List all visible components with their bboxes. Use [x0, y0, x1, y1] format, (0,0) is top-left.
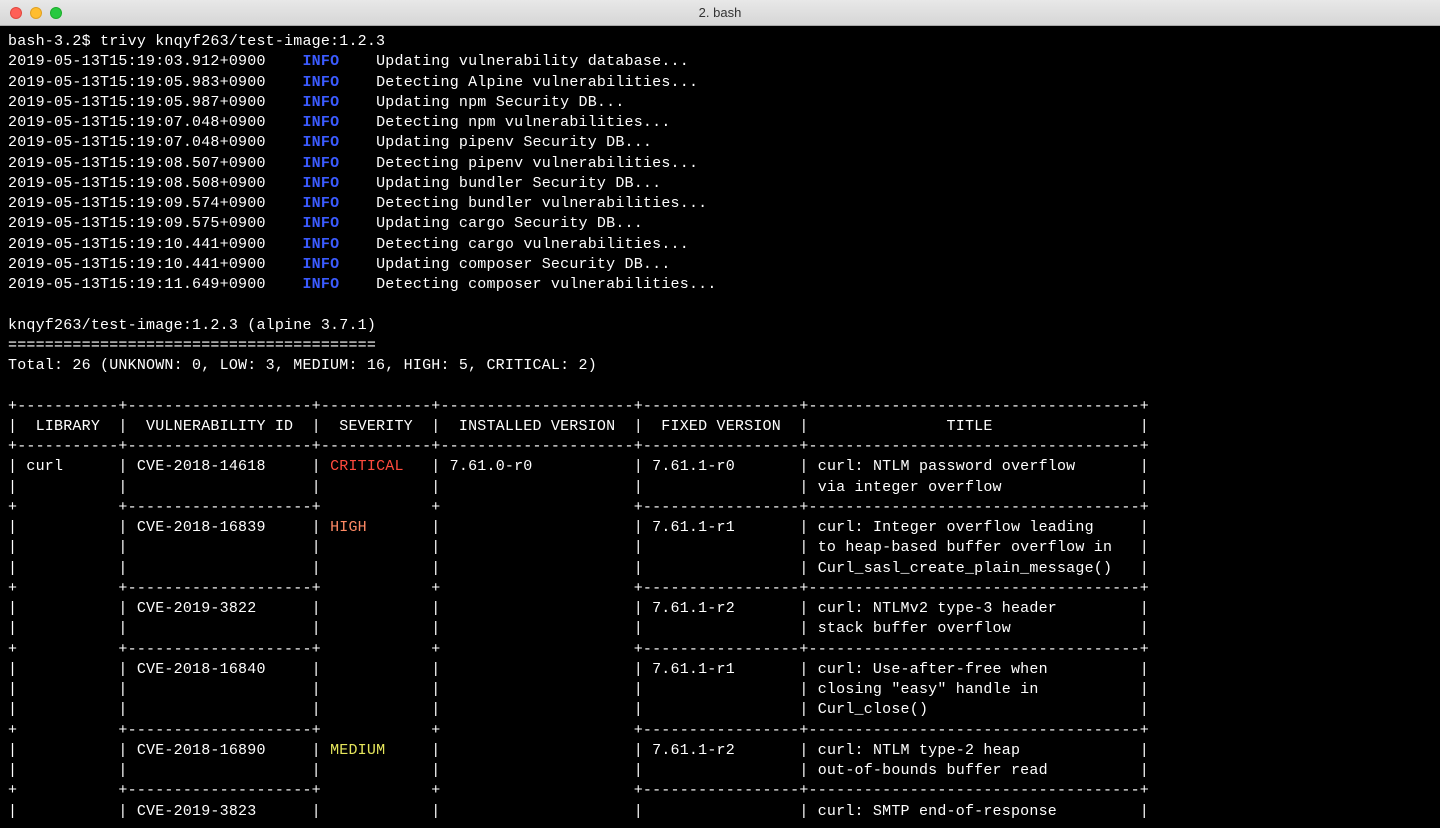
log-level: INFO — [302, 134, 339, 151]
log-message: Detecting composer vulnerabilities... — [376, 276, 716, 293]
log-timestamp: 2019-05-13T15:19:10.441+0900 — [8, 256, 266, 273]
log-timestamp: 2019-05-13T15:19:10.441+0900 — [8, 236, 266, 253]
log-message: Detecting pipenv vulnerabilities... — [376, 155, 698, 172]
log-level: INFO — [302, 53, 339, 70]
log-timestamp: 2019-05-13T15:19:05.987+0900 — [8, 94, 266, 111]
log-timestamp: 2019-05-13T15:19:08.508+0900 — [8, 175, 266, 192]
log-level: INFO — [302, 175, 339, 192]
terminal-output[interactable]: bash-3.2$ trivy knqyf263/test-image:1.2.… — [0, 26, 1440, 828]
log-level: INFO — [302, 256, 339, 273]
log-level: INFO — [302, 195, 339, 212]
log-level: INFO — [302, 74, 339, 91]
log-message: Updating cargo Security DB... — [376, 215, 643, 232]
window-title: 2. bash — [0, 5, 1440, 20]
log-message: Detecting npm vulnerabilities... — [376, 114, 670, 131]
log-message: Detecting bundler vulnerabilities... — [376, 195, 707, 212]
log-message: Updating composer Security DB... — [376, 256, 670, 273]
prompt: bash-3.2$ — [8, 33, 100, 50]
log-message: Updating bundler Security DB... — [376, 175, 661, 192]
log-timestamp: 2019-05-13T15:19:09.575+0900 — [8, 215, 266, 232]
log-timestamp: 2019-05-13T15:19:07.048+0900 — [8, 134, 266, 151]
log-timestamp: 2019-05-13T15:19:03.912+0900 — [8, 53, 266, 70]
log-level: INFO — [302, 276, 339, 293]
log-level: INFO — [302, 114, 339, 131]
log-level: INFO — [302, 155, 339, 172]
log-message: Detecting Alpine vulnerabilities... — [376, 74, 698, 91]
log-timestamp: 2019-05-13T15:19:07.048+0900 — [8, 114, 266, 131]
log-message: Updating npm Security DB... — [376, 94, 624, 111]
log-timestamp: 2019-05-13T15:19:05.983+0900 — [8, 74, 266, 91]
log-message: Updating vulnerability database... — [376, 53, 689, 70]
log-level: INFO — [302, 236, 339, 253]
log-timestamp: 2019-05-13T15:19:11.649+0900 — [8, 276, 266, 293]
log-timestamp: 2019-05-13T15:19:09.574+0900 — [8, 195, 266, 212]
log-level: INFO — [302, 94, 339, 111]
window-titlebar: 2. bash — [0, 0, 1440, 26]
log-message: Detecting cargo vulnerabilities... — [376, 236, 689, 253]
log-message: Updating pipenv Security DB... — [376, 134, 652, 151]
log-timestamp: 2019-05-13T15:19:08.507+0900 — [8, 155, 266, 172]
log-level: INFO — [302, 215, 339, 232]
